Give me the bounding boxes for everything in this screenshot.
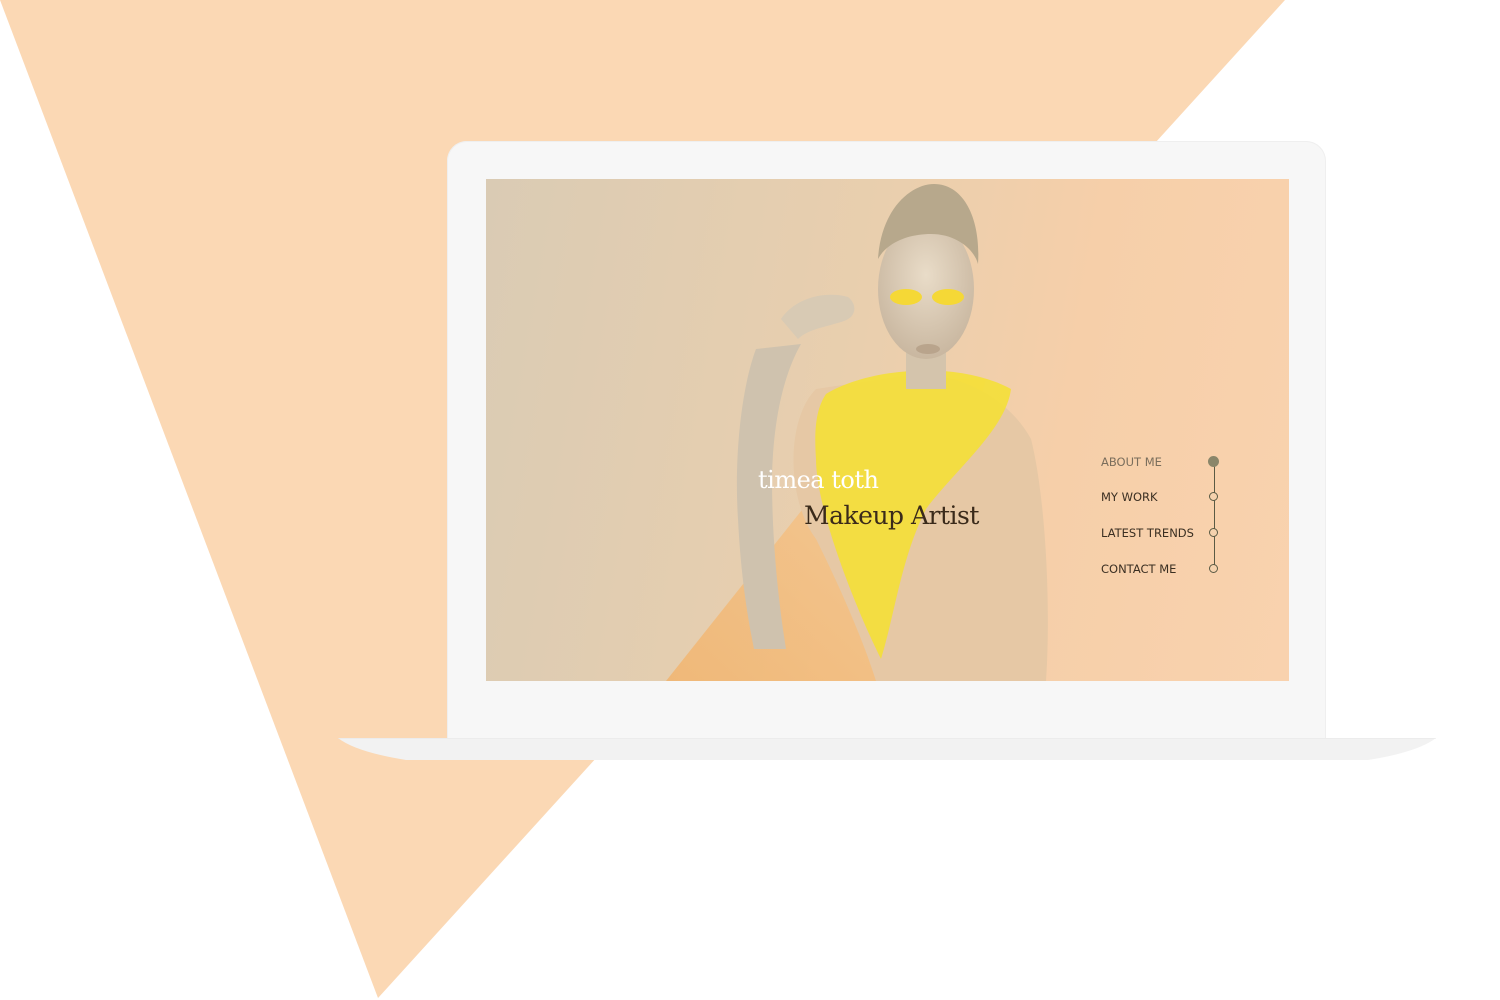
artist-name: timea toth (758, 466, 879, 494)
website-screen: timea toth Makeup Artist ABOUT ME MY WOR… (486, 179, 1289, 681)
nav-label: ABOUT ME (1101, 455, 1162, 469)
laptop-base (338, 738, 1436, 760)
nav-item-my-work[interactable]: MY WORK (1101, 487, 1231, 507)
nav-dot-icon (1209, 492, 1218, 501)
nav-dot-icon (1209, 564, 1218, 573)
nav-item-latest-trends[interactable]: LATEST TRENDS (1101, 523, 1231, 543)
nav-dot-icon (1208, 456, 1219, 467)
side-navigation: ABOUT ME MY WORK LATEST TRENDS CONTACT M… (1101, 452, 1231, 582)
nav-dot-icon (1209, 528, 1218, 537)
nav-item-contact-me[interactable]: CONTACT ME (1101, 559, 1231, 579)
artist-title: Makeup Artist (804, 501, 979, 530)
nav-timeline-line (1214, 464, 1215, 570)
nav-item-about-me[interactable]: ABOUT ME (1101, 452, 1231, 472)
nav-label: LATEST TRENDS (1101, 526, 1194, 540)
nav-label: CONTACT ME (1101, 562, 1177, 576)
hero-photo (666, 184, 1048, 681)
nav-label: MY WORK (1101, 490, 1158, 504)
